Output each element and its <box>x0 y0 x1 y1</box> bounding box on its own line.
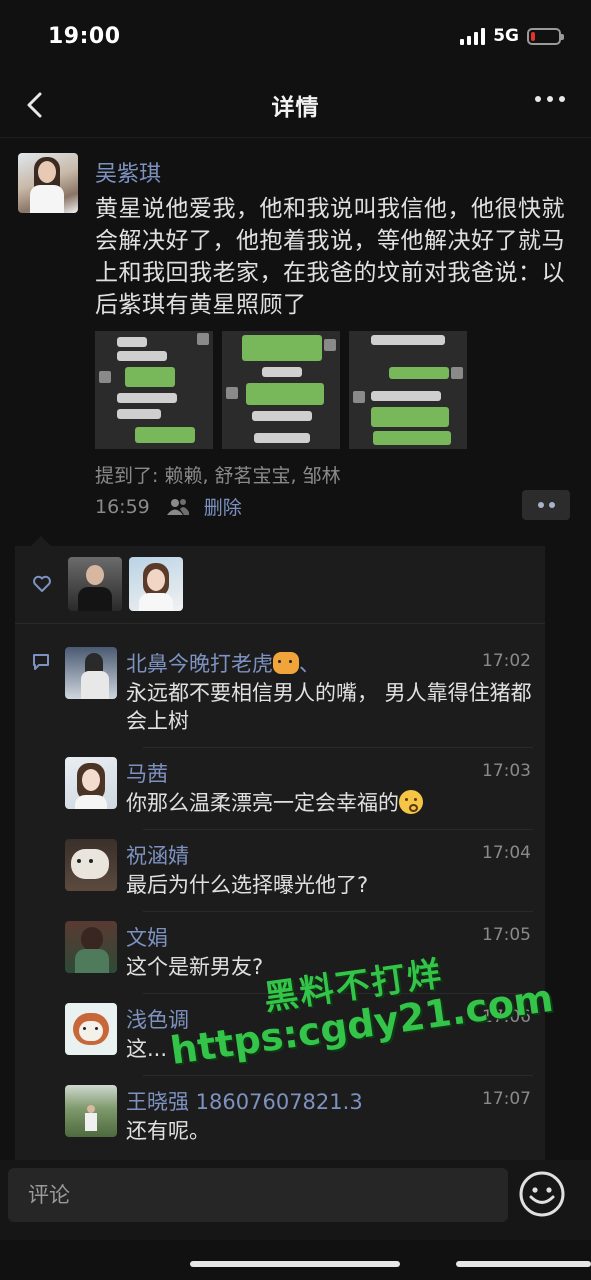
like-avatar-1[interactable] <box>68 557 122 611</box>
comment-icon <box>33 654 49 670</box>
comment-text[interactable]: 还有呢。 <box>126 1117 536 1145</box>
commenter-name[interactable]: 浅色调 <box>126 1004 189 1034</box>
commenter-name[interactable]: 马茜 <box>126 758 168 788</box>
like-avatar-2[interactable] <box>129 557 183 611</box>
comment-time: 17:06 <box>482 1007 531 1027</box>
commenter-avatar[interactable] <box>65 839 117 891</box>
mentioned-users[interactable]: 提到了: 赖赖, 舒茗宝宝, 邹林 <box>95 461 341 488</box>
dot-icon <box>535 96 541 102</box>
comment-item: 北鼻今晚打老虎 、 17:02 永远都不要相信男人的嘴， 男人靠得住猪都会上树 <box>63 638 545 748</box>
commenter-name[interactable]: 北鼻今晚打老虎 、 <box>126 648 320 678</box>
comment-text[interactable]: 这个是新男友? <box>126 953 536 981</box>
tiger-emoji-icon <box>273 652 299 674</box>
dot-icon <box>547 96 553 102</box>
post-images <box>95 331 467 449</box>
comment-time: 17:07 <box>482 1089 531 1109</box>
post-image-1[interactable] <box>95 331 213 449</box>
heart-icon <box>33 575 51 592</box>
comment-time: 17:05 <box>482 925 531 945</box>
kiss-emoji-icon <box>399 790 423 814</box>
commenter-name[interactable]: 祝涵婧 <box>126 840 189 870</box>
dot-icon <box>548 502 555 508</box>
comment-text[interactable]: 最后为什么选择曝光他了? <box>126 871 536 899</box>
post-image-2[interactable] <box>222 331 340 449</box>
comment-time: 17:03 <box>482 761 531 781</box>
status-bar: 19:00 5G <box>0 0 591 72</box>
commenter-name-suffix: 、 <box>299 652 320 676</box>
author-avatar[interactable] <box>18 153 78 213</box>
page-title: 详情 <box>271 94 320 121</box>
home-indicator-secondary <box>456 1261 591 1267</box>
status-time: 19:00 <box>48 23 121 49</box>
post-text: 黄星说他爱我，他和我说叫我信他，他很快就会解决好了，他抱着我说，等他解决好了就马… <box>95 196 565 318</box>
dot-icon <box>559 96 565 102</box>
comment-item: 浅色调 17:06 这... <box>63 994 545 1076</box>
comment-item: 王晓强 18607607821.3 17:07 还有呢。 <box>63 1076 545 1158</box>
commenter-name-text: 北鼻今晚打老虎 <box>126 652 273 676</box>
battery-icon <box>527 27 564 45</box>
commenter-avatar[interactable] <box>65 921 117 973</box>
commenter-name[interactable]: 王晓强 18607607821.3 <box>126 1086 363 1116</box>
author-name[interactable]: 吴紫琪 <box>95 156 161 188</box>
interactions-panel: 北鼻今晚打老虎 、 17:02 永远都不要相信男人的嘴， 男人靠得住猪都会上树 马… <box>15 536 545 1160</box>
status-indicators: 5G <box>460 26 564 46</box>
emoji-button[interactable] <box>518 1170 566 1218</box>
battery-level <box>531 31 535 41</box>
comment-input[interactable] <box>8 1168 508 1222</box>
comment-text[interactable]: 你那么温柔漂亮一定会幸福的 <box>126 789 536 817</box>
comment-text[interactable]: 永远都不要相信男人的嘴， 男人靠得住猪都会上树 <box>126 679 536 735</box>
commenter-avatar[interactable] <box>65 1085 117 1137</box>
post-image-3[interactable] <box>349 331 467 449</box>
comment-item: 祝涵婧 17:04 最后为什么选择曝光他了? <box>63 830 545 912</box>
commenter-avatar[interactable] <box>65 757 117 809</box>
commenter-avatar[interactable] <box>65 647 117 699</box>
like-comment-menu-button[interactable] <box>522 490 570 520</box>
home-indicator <box>190 1261 400 1267</box>
comment-text[interactable]: 这... <box>126 1035 536 1063</box>
commenter-avatar[interactable] <box>65 1003 117 1055</box>
more-options-button[interactable] <box>535 96 565 102</box>
back-button[interactable] <box>22 90 50 120</box>
comment-input-bar <box>0 1160 591 1240</box>
signal-icon <box>460 27 486 45</box>
likes-row <box>15 546 545 624</box>
nav-bar: 详情 <box>0 72 591 138</box>
comment-item: 马茜 17:03 你那么温柔漂亮一定会幸福的 <box>63 748 545 830</box>
network-type: 5G <box>493 26 519 46</box>
post-meta: 16:59 删除 <box>95 493 242 520</box>
commenter-name[interactable]: 文娟 <box>126 922 168 952</box>
visibility-group-icon[interactable] <box>166 498 190 516</box>
comment-text-body: 你那么温柔漂亮一定会幸福的 <box>126 791 399 815</box>
chevron-left-icon <box>27 92 42 118</box>
comment-item: 文娟 17:05 这个是新男友? <box>63 912 545 994</box>
delete-button[interactable]: 删除 <box>204 493 242 520</box>
dot-icon <box>537 502 544 508</box>
comment-time: 17:04 <box>482 843 531 863</box>
post-time: 16:59 <box>95 495 150 518</box>
comment-time: 17:02 <box>482 651 531 671</box>
